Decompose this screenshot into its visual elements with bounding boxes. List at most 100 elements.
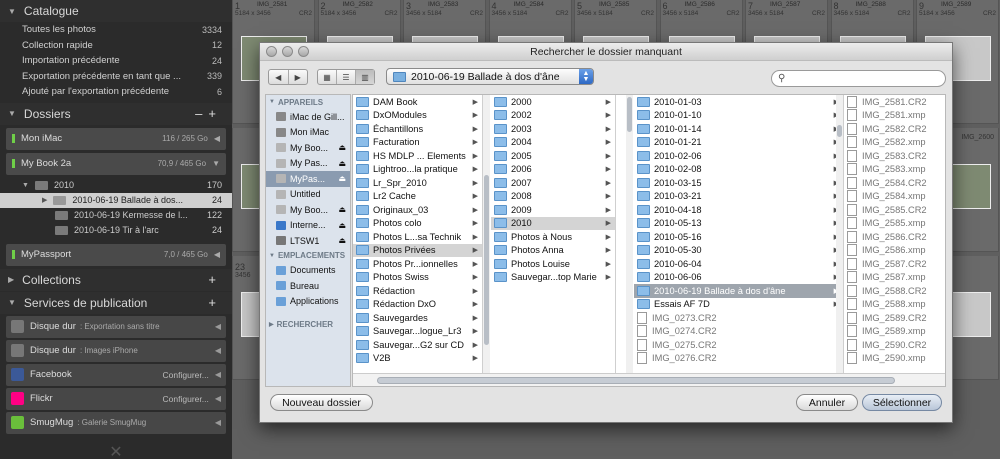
dropdown-arrow-icon[interactable]: ◀ — [215, 370, 221, 379]
folder-item[interactable]: Originaux_03 ▶ — [353, 203, 482, 217]
file-item[interactable]: IMG_2586.CR2 — [844, 230, 945, 244]
folder-item[interactable]: Photos Swiss ▶ — [353, 271, 482, 285]
folder-item[interactable]: 2010-06-19 Ballade à dos d'âne▶ — [634, 284, 843, 298]
folder-item[interactable]: Sauvegar...G2 sur CD ▶ — [353, 338, 482, 352]
dropdown-arrow-icon[interactable]: ◀ — [215, 346, 221, 355]
zoom-window-icon[interactable] — [298, 46, 309, 57]
drive-mypassport[interactable]: MyPassport 7,0 / 465 Go ◀ — [6, 243, 226, 266]
folder-item[interactable]: Photos Louise ▶ — [491, 257, 615, 271]
folder-item[interactable]: 2010 ▶ — [491, 216, 615, 230]
dropdown-arrow-icon[interactable]: ◀ — [215, 394, 221, 403]
column-2-scrollbar[interactable] — [626, 95, 633, 375]
dropdown-arrow-icon[interactable]: ◀ — [215, 322, 221, 331]
folder-item[interactable]: DxOModules ▶ — [353, 109, 482, 123]
sidebar-device[interactable]: MyPas... ⏏ — [266, 171, 350, 187]
folder-item[interactable]: 2010-01-14▶ — [634, 122, 843, 136]
folder-item[interactable]: 2000 ▶ — [491, 95, 615, 109]
folder-item[interactable]: Sauvegardes ▶ — [353, 311, 482, 325]
folder-item[interactable]: 2010-01-03▶ — [634, 95, 843, 109]
sidebar-device[interactable]: My Boo... ⏏ — [266, 140, 350, 156]
folder-item[interactable]: Sauvegar...logue_Lr3 ▶ — [353, 325, 482, 339]
file-item[interactable]: IMG_2587.CR2 — [844, 257, 945, 271]
eject-icon[interactable]: ⏏ — [338, 205, 346, 214]
collapse-triangle-icon[interactable]: ▼ — [8, 298, 16, 307]
file-item[interactable]: IMG_2590.xmp — [844, 352, 945, 366]
folder-item[interactable]: 2005 ▶ — [491, 149, 615, 163]
publish-service[interactable]: Facebook Configurer... ◀ — [6, 363, 226, 386]
folder-item[interactable]: 2003 ▶ — [491, 122, 615, 136]
expand-triangle-icon[interactable]: ▼ — [22, 182, 29, 189]
file-item[interactable]: IMG_2583.xmp — [844, 163, 945, 177]
folder-item[interactable]: 2010-06-06▶ — [634, 271, 843, 285]
folder-item[interactable]: 2002 ▶ — [491, 109, 615, 123]
folder-item[interactable]: DAM Book ▶ — [353, 95, 482, 109]
file-item[interactable]: IMG_2581.xmp — [844, 109, 945, 123]
folder-item[interactable]: Rédaction DxO ▶ — [353, 298, 482, 312]
drive-mon-imac[interactable]: Mon iMac 116 / 265 Go ◀ — [6, 127, 226, 150]
new-folder-button[interactable]: Nouveau dossier — [270, 394, 373, 411]
publish-service[interactable]: Disque dur: Images iPhone ◀ — [6, 339, 226, 362]
sidebar-device[interactable]: LTSW1 ⏏ — [266, 233, 350, 249]
catalogue-item[interactable]: Importation précédente 24 — [0, 53, 232, 69]
folder-item[interactable]: 2010-05-30▶ — [634, 244, 843, 258]
publish-service[interactable]: Flickr Configurer... ◀ — [6, 387, 226, 410]
folder-item[interactable]: 2010-06-04▶ — [634, 257, 843, 271]
close-window-icon[interactable] — [266, 46, 277, 57]
folder-item[interactable]: 2010-02-08▶ — [634, 163, 843, 177]
folder-item[interactable]: Échantillons ▶ — [353, 122, 482, 136]
sidebar-place[interactable]: Applications — [266, 294, 350, 310]
folder-item[interactable]: 2007 ▶ — [491, 176, 615, 190]
folder-item[interactable]: 2008 ▶ — [491, 190, 615, 204]
sidebar-device[interactable]: Interne... ⏏ — [266, 218, 350, 234]
sidebar-device[interactable]: iMac de Gill... — [266, 109, 350, 125]
select-button[interactable]: Sélectionner — [862, 394, 942, 411]
column-1-scrollbar[interactable] — [483, 95, 490, 375]
publish-service-configure[interactable]: Configurer... — [163, 394, 209, 404]
file-item[interactable]: IMG_2587.xmp — [844, 271, 945, 285]
folder-kermesse[interactable]: 2010-06-19 Kermesse de l... 122 — [0, 208, 232, 223]
catalogue-item[interactable]: Ajouté par l'exportation précédente 6 — [0, 84, 232, 100]
forward-button[interactable]: ▶ — [289, 70, 308, 84]
cancel-button[interactable]: Annuler — [796, 394, 858, 411]
folder-item[interactable]: 2010-03-15▶ — [634, 176, 843, 190]
folder-item[interactable]: Photos L...sa Technik ▶ — [353, 230, 482, 244]
catalogue-header[interactable]: ▼ Catalogue — [0, 0, 232, 22]
publication-add-icon[interactable]: + — [208, 295, 222, 310]
folder-item[interactable]: 2009 ▶ — [491, 203, 615, 217]
collapse-triangle-icon[interactable]: ▼ — [8, 109, 16, 118]
column-3-scrollbar[interactable] — [836, 95, 843, 375]
folder-item[interactable]: Facturation ▶ — [353, 136, 482, 150]
file-item[interactable]: IMG_2586.xmp — [844, 244, 945, 258]
folder-item[interactable]: Photos colo ▶ — [353, 217, 482, 231]
dossiers-header[interactable]: ▼ Dossiers –+ — [0, 102, 232, 125]
file-item[interactable]: IMG_2589.xmp — [844, 325, 945, 339]
minimize-window-icon[interactable] — [282, 46, 293, 57]
file-item[interactable]: IMG_2584.CR2 — [844, 176, 945, 190]
file-item[interactable]: IMG_0273.CR2 — [634, 311, 843, 325]
sidebar-place[interactable]: Bureau — [266, 278, 350, 294]
file-item[interactable]: IMG_2582.CR2 — [844, 122, 945, 136]
folder-item[interactable]: 2004 ▶ — [491, 136, 615, 150]
devices-group-header[interactable]: ▼ APPAREILS — [266, 95, 350, 109]
publish-service[interactable]: SmugMug: Galerie SmugMug ◀ — [6, 411, 226, 434]
expand-triangle-icon[interactable]: ▶ — [8, 275, 14, 284]
folder-item[interactable]: Photos Pr...ionnelles ▶ — [353, 257, 482, 271]
dropdown-arrow-icon[interactable]: ▼ — [212, 159, 220, 168]
dropdown-arrow-icon[interactable]: ◀ — [215, 418, 221, 427]
file-item[interactable]: IMG_2585.xmp — [844, 217, 945, 231]
collections-add-icon[interactable]: + — [208, 272, 222, 287]
folder-item[interactable]: 2010-05-16▶ — [634, 230, 843, 244]
publish-service-configure[interactable]: Configurer... — [163, 370, 209, 380]
folder-item[interactable]: Photos Privées ▶ — [353, 243, 482, 257]
file-item[interactable]: IMG_0274.CR2 — [634, 325, 843, 339]
collapse-triangle-icon[interactable]: ▼ — [8, 7, 16, 16]
search-field[interactable]: ⚲ — [771, 70, 946, 87]
publication-header[interactable]: ▼ Services de publication + — [0, 291, 232, 314]
list-view-button[interactable]: ☰ — [337, 70, 356, 84]
eject-icon[interactable]: ⏏ — [338, 143, 346, 152]
location-popup[interactable]: 2010-06-19 Ballade à dos d'âne ▲ ▼ — [386, 68, 594, 85]
file-item[interactable]: IMG_2588.xmp — [844, 298, 945, 312]
catalogue-item[interactable]: Exportation précédente en tant que ... 33… — [0, 69, 232, 85]
folder-item[interactable]: Essais AF 7D▶ — [634, 298, 843, 312]
folder-item[interactable]: Lightroo...la pratique ▶ — [353, 163, 482, 177]
